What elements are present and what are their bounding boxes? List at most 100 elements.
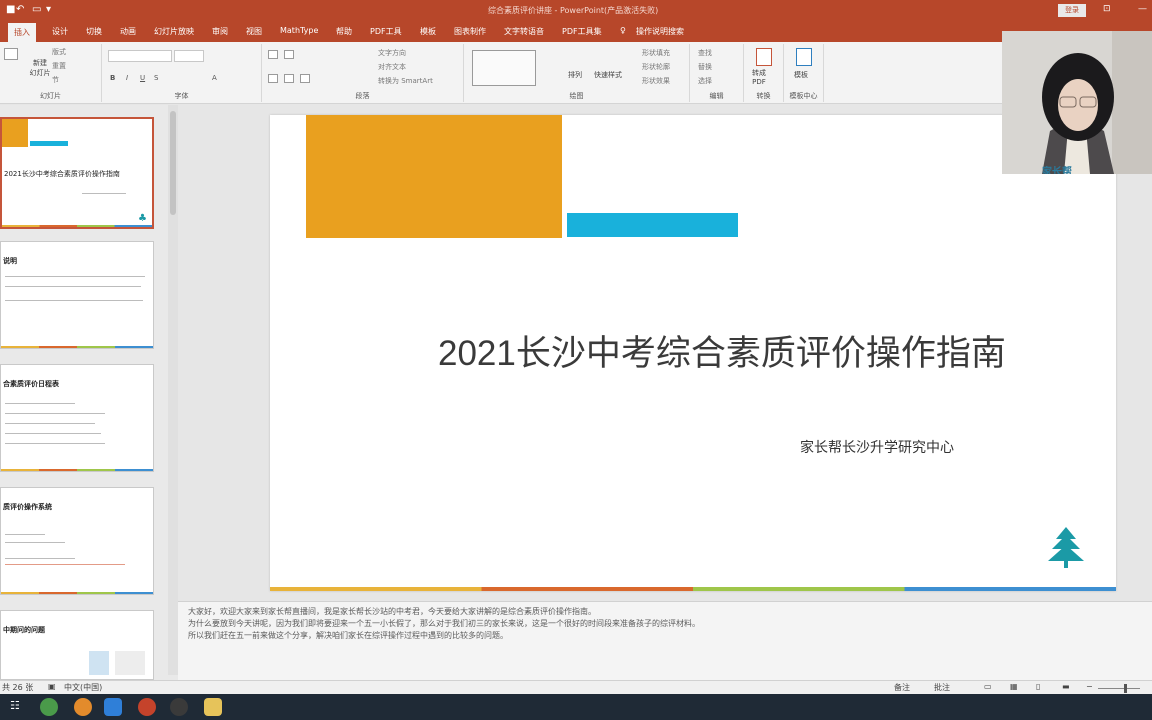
tab-text-to-speech[interactable]: 文字转语音 [504,26,544,37]
align-center-icon[interactable] [284,74,294,83]
tab-animations[interactable]: 动画 [120,26,136,37]
tab-mathtype[interactable]: MathType [280,26,318,35]
tell-me-search[interactable]: 操作说明搜索 [636,26,684,37]
minimize-icon[interactable]: — [1138,4,1147,14]
save-icon[interactable]: ■ [6,4,15,18]
quick-styles-button[interactable]: 快速样式 [594,70,622,80]
slide-sorter-icon[interactable]: ▦ [1010,682,1018,691]
thumb-title-3: 合素质评价日程表 [3,380,59,388]
notes-pane[interactable]: 大家好，欢迎大家来到家长帮直播间，我是家长帮长沙站的中考君，今天要给大家讲解的是… [178,601,1152,680]
shadow-icon[interactable]: S [154,74,158,82]
browser-icon[interactable] [74,698,92,716]
to-pdf-button[interactable]: 转成 PDF [752,68,766,86]
customize-qat-icon[interactable]: ▾ [46,4,51,18]
tab-insert[interactable]: 插入 [8,23,36,42]
layout-button[interactable]: 版式 [52,47,66,57]
tab-templates[interactable]: 模板 [420,26,436,37]
note-line-3: 所以我们赶在五一前来做这个分享，解决咱们家长在综评操作过程中遇到的比较多的问题。 [188,631,508,640]
slide-subtitle[interactable]: 家长帮长沙升学研究中心 [800,437,954,457]
align-right-icon[interactable] [300,74,310,83]
align-left-icon[interactable] [268,74,278,83]
shape-outline-button[interactable]: 形状轮廓 [642,62,670,72]
chrome-icon[interactable] [40,698,58,716]
ribbon-group-editing: 查找 替换 选择 编辑 [690,44,744,102]
arrange-button[interactable]: 排列 [568,70,582,80]
group-label-convert: 转换 [756,92,771,100]
ribbon-display-icon[interactable]: ⊡ [1103,4,1111,14]
align-text-button[interactable]: 对齐文本 [378,62,406,72]
font-size-combo[interactable] [174,50,204,62]
tab-help[interactable]: 帮助 [336,26,352,37]
select-button[interactable]: 选择 [698,76,712,86]
tree-logo-icon [1048,527,1084,568]
italic-icon[interactable]: I [126,74,128,82]
notes-toggle[interactable]: 备注 [894,682,910,693]
zoom-slider[interactable] [1098,688,1140,689]
section-button[interactable]: 节 [52,75,59,85]
slide-thumbnail-5[interactable]: 中期问的问题 [0,610,154,680]
thumb-title-1: 2021长沙中考综合素质评价操作指南 [4,170,120,178]
tab-view[interactable]: 视图 [246,26,262,37]
slide-thumbnail-3[interactable]: 合素质评价日程表 [0,364,154,472]
bold-icon[interactable]: B [110,74,115,82]
find-button[interactable]: 查找 [698,48,712,58]
text-direction-button[interactable]: 文字方向 [378,48,406,58]
font-color-icon[interactable]: A [212,74,217,82]
tab-pdf-tools[interactable]: PDF工具 [370,26,402,37]
thumb-footer-bar [1,469,153,471]
slide-thumbnail-4[interactable]: 质评价操作系统 [0,487,154,595]
comments-toggle[interactable]: 批注 [934,682,950,693]
shape-effects-button[interactable]: 形状效果 [642,76,670,86]
pdf-icon[interactable] [756,48,772,66]
slideshow-icon[interactable]: ▬ [1062,682,1070,691]
underline-icon[interactable]: U [140,74,145,82]
note-line-1: 大家好，欢迎大家来到家长帮直播间，我是家长帮长沙站的中考君，今天要给大家讲解的是… [188,607,596,616]
tab-chart-maker[interactable]: 图表制作 [454,26,486,37]
normal-view-icon[interactable]: ▭ [984,682,992,691]
powerpoint-icon[interactable] [138,698,156,716]
webcam-overlay-text: 家长帮 [1042,167,1072,174]
bullets-icon[interactable] [268,50,278,59]
shape-fill-button[interactable]: 形状填充 [642,48,670,58]
thumb-footer-bar [2,225,152,227]
login-button[interactable]: 登录 [1058,4,1086,17]
status-bar: 共 26 张 ▣ 中文(中国) 备注 批注 ▭ ▦ ▯ ▬ − [0,680,1152,694]
spellcheck-icon[interactable]: ▣ [48,682,56,691]
template-icon[interactable] [796,48,812,66]
thumb-title-5: 中期问的问题 [3,626,45,634]
clipboard-icon[interactable] [4,48,18,60]
template-button[interactable]: 模板 [794,70,808,80]
group-label-drawing: 绘图 [569,92,584,100]
zoom-out-icon[interactable]: − [1086,682,1093,691]
tab-review[interactable]: 审阅 [212,26,228,37]
tab-transitions[interactable]: 切换 [86,26,102,37]
slide-thumbnail-1[interactable]: 2021长沙中考综合素质评价操作指南 ♣ [0,117,154,229]
smartart-button[interactable]: 转换为 SmartArt [378,76,433,86]
thumb-text-line [5,423,95,424]
zoom-slider-thumb[interactable] [1124,684,1127,693]
shapes-gallery[interactable] [472,50,536,86]
obs-icon[interactable] [170,698,188,716]
slide-title[interactable]: 2021长沙中考综合素质评价操作指南 [438,325,1006,376]
tab-pdf-toolset[interactable]: PDF工具集 [562,26,602,37]
reset-button[interactable]: 重置 [52,61,66,71]
language-indicator[interactable]: 中文(中国) [64,682,102,693]
present-icon[interactable]: ▭ [32,4,41,18]
slide-thumbnail-2[interactable]: 说明 [0,241,154,349]
font-name-combo[interactable] [108,50,172,62]
thumbnail-scrollbar[interactable] [168,105,178,675]
replace-button[interactable]: 替换 [698,62,712,72]
tab-design[interactable]: 设计 [52,26,68,37]
new-slide-button[interactable]: 新建 幻灯片 [28,58,52,78]
numbering-icon[interactable] [284,50,294,59]
tab-slideshow[interactable]: 幻灯片放映 [154,26,194,37]
file-explorer-icon[interactable] [204,698,222,716]
lightbulb-icon[interactable]: ♀ [620,26,626,35]
scrollbar-thumb[interactable] [170,111,176,215]
task-view-icon[interactable]: ☷ [10,699,20,712]
current-slide[interactable]: 2021长沙中考综合素质评价操作指南 家长帮长沙升学研究中心 [270,115,1116,591]
undo-icon[interactable]: ↶ [16,4,24,18]
app-icon[interactable] [104,698,122,716]
thumb-text-line [5,403,75,404]
reading-view-icon[interactable]: ▯ [1036,682,1040,691]
